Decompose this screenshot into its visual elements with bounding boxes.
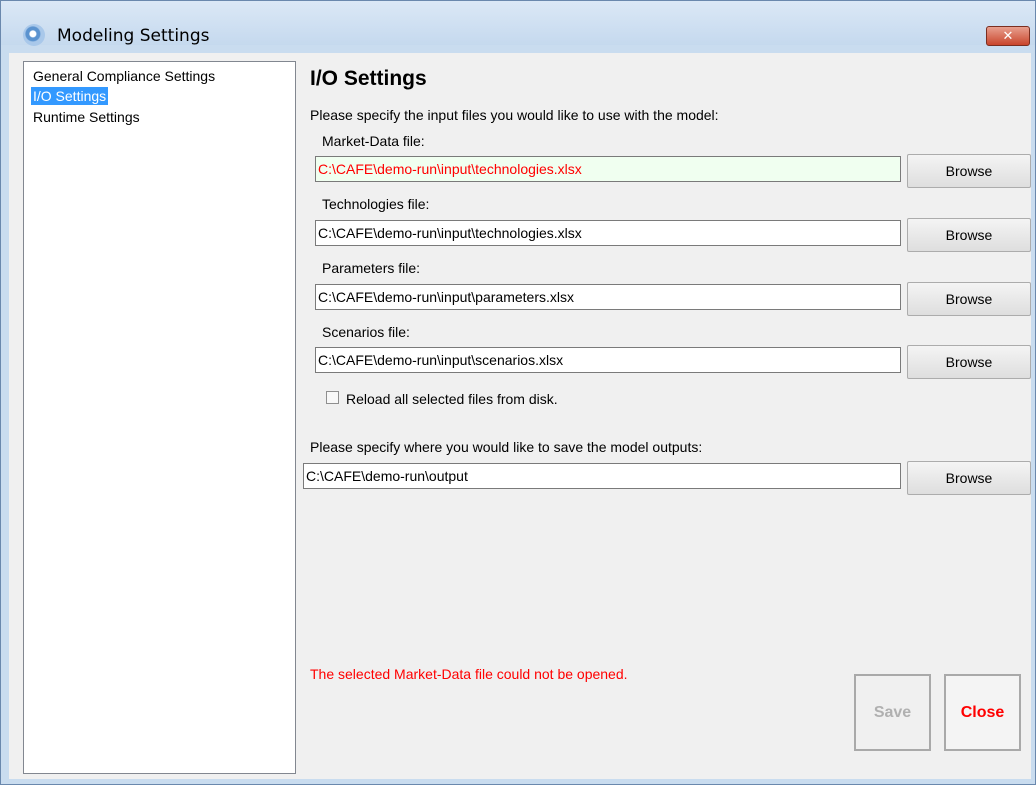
scenarios-browse-button[interactable]: Browse (907, 345, 1031, 379)
technologies-browse-button[interactable]: Browse (907, 218, 1031, 252)
scenarios-file-label: Scenarios file: (322, 324, 410, 340)
page-title: I/O Settings (310, 67, 427, 90)
nav-item-general-compliance[interactable]: General Compliance Settings (31, 67, 217, 85)
market-data-browse-button[interactable]: Browse (907, 154, 1031, 188)
title-bar: Modeling Settings ✕ (1, 1, 1035, 46)
modeling-settings-window: Modeling Settings ✕ General Compliance S… (0, 0, 1036, 785)
output-browse-button[interactable]: Browse (907, 461, 1031, 495)
close-button[interactable]: Close (944, 674, 1021, 751)
market-data-file-label: Market-Data file: (322, 133, 425, 149)
reload-files-label: Reload all selected files from disk. (346, 391, 558, 407)
dialog-client-area: General Compliance Settings I/O Settings… (9, 53, 1031, 779)
settings-gear-icon (23, 24, 45, 46)
settings-nav-list: General Compliance Settings I/O Settings… (23, 61, 296, 774)
close-icon: ✕ (1002, 28, 1014, 43)
scenarios-file-input[interactable]: C:\CAFE\demo-run\input\scenarios.xlsx (315, 347, 901, 373)
market-data-file-input[interactable]: C:\CAFE\demo-run\input\technologies.xlsx (315, 156, 901, 182)
output-prompt: Please specify where you would like to s… (310, 439, 703, 455)
nav-item-runtime-settings[interactable]: Runtime Settings (31, 108, 142, 126)
output-folder-input[interactable]: C:\CAFE\demo-run\output (303, 463, 901, 489)
parameters-file-label: Parameters file: (322, 260, 421, 276)
window-close-button[interactable]: ✕ (986, 26, 1030, 46)
parameters-browse-button[interactable]: Browse (907, 282, 1031, 316)
nav-item-io-settings[interactable]: I/O Settings (31, 87, 109, 105)
technologies-file-label: Technologies file: (322, 196, 430, 212)
window-title: Modeling Settings (57, 26, 210, 46)
technologies-file-input[interactable]: C:\CAFE\demo-run\input\technologies.xlsx (315, 220, 901, 246)
reload-files-checkbox[interactable] (326, 391, 339, 404)
save-button[interactable]: Save (854, 674, 931, 751)
error-message: The selected Market-Data file could not … (310, 666, 628, 682)
parameters-file-input[interactable]: C:\CAFE\demo-run\input\parameters.xlsx (315, 284, 901, 310)
input-files-prompt: Please specify the input files you would… (310, 107, 719, 123)
